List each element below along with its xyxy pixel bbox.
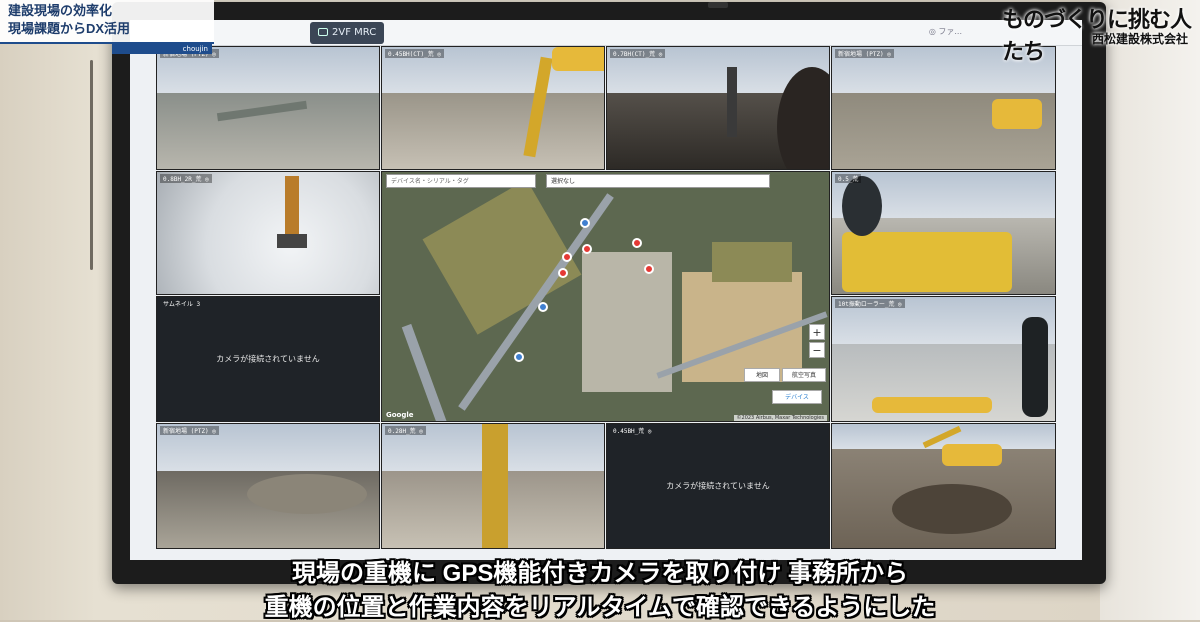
app-toolbar: 2VF MRC ◎ ファ... bbox=[130, 20, 1082, 46]
map-type-button[interactable]: 地図 bbox=[744, 368, 780, 382]
soil-mound bbox=[247, 474, 367, 514]
camera-grid: 新宿地場 (PTZ) ◎ 0.45BH(CT)_荒 ◎ 0.7BH(CT)_荒 … bbox=[156, 46, 1056, 556]
excavator-arm bbox=[285, 176, 299, 236]
aerial-photo-button[interactable]: 航空写真 bbox=[782, 368, 826, 382]
machine-hood bbox=[842, 232, 1012, 292]
camera-tile-3[interactable]: 0.7BH(CT)_荒 ◎ bbox=[606, 46, 830, 170]
operator-arm bbox=[842, 176, 882, 236]
camera-tile-10[interactable]: 0.28H_荒 ◎ bbox=[381, 423, 605, 549]
scene-ground bbox=[382, 93, 604, 169]
map-device-search[interactable]: デバイス名・シリアル・タグ bbox=[386, 174, 536, 188]
camera-tile-1[interactable]: 新宿地場 (PTZ) ◎ bbox=[156, 46, 380, 170]
heavy-machine bbox=[992, 99, 1042, 129]
trench bbox=[892, 484, 1012, 534]
map-filter-select[interactable]: 選択なし bbox=[546, 174, 770, 188]
camera-label: 0.8BH_2R_荒 ◎ bbox=[160, 174, 212, 183]
camera-label: 0.7BH(CT)_荒 ◎ bbox=[610, 49, 666, 58]
device-button[interactable]: デバイス bbox=[772, 390, 822, 404]
camera-tile-2[interactable]: 0.45BH(CT)_荒 ◎ bbox=[381, 46, 605, 170]
zoom-in-button[interactable]: + bbox=[809, 324, 825, 340]
camera-label: 0.28H_荒 ◎ bbox=[385, 426, 426, 435]
title-line-2: 現場課題からDX活用 bbox=[8, 21, 131, 36]
scene-ground bbox=[157, 172, 379, 294]
subtitle-line-2: 重機の位置と作業内容をリアルタイムで確認できるようにした bbox=[264, 594, 936, 621]
camera-tile-7[interactable]: サムネイル 3 カメラが接続されていません bbox=[156, 296, 380, 422]
roller-drum bbox=[872, 397, 992, 413]
scene-ground bbox=[157, 93, 379, 169]
roller-frame bbox=[1022, 317, 1048, 417]
monitor-icon bbox=[318, 28, 328, 36]
camera-tile-8[interactable]: 10t振動ローラー_荒 ◎ bbox=[831, 296, 1056, 422]
camera-label: 0.45BH(CT)_荒 ◎ bbox=[385, 49, 444, 58]
title-subtag: choujin bbox=[112, 44, 212, 54]
tab-2vf-mrc[interactable]: 2VF MRC bbox=[310, 22, 385, 44]
wall-right bbox=[1100, 0, 1200, 620]
map-attribution: ©2023 Airbus, Maxar Technologies bbox=[733, 415, 827, 421]
camera-label: 0.5_荒 bbox=[835, 174, 862, 183]
title-line-1: 建設現場の効率化 bbox=[8, 3, 113, 18]
subtitle-line-1: 現場の重機に GPS機能付きカメラを取り付け 事務所から bbox=[291, 560, 909, 587]
camera-label: サムネイル 3 bbox=[163, 301, 201, 308]
map-device-pin[interactable] bbox=[644, 264, 654, 274]
camera-tile-5[interactable]: 0.8BH_2R_荒 ◎ bbox=[156, 171, 380, 295]
camera-tile-9[interactable]: 新宿地場 (PTZ) ◎ bbox=[156, 423, 380, 549]
map-device-pin[interactable] bbox=[538, 302, 548, 312]
excavator-arm bbox=[482, 424, 508, 548]
map-device-pin[interactable] bbox=[582, 244, 592, 254]
toolbar-note: ◎ ファ... bbox=[928, 27, 962, 36]
camera-label: 新宿地場 (PTZ) ◎ bbox=[160, 426, 219, 435]
camera-disconnected-message: カメラが接続されていません bbox=[216, 354, 320, 364]
camera-label: 新宿地場 (PTZ) ◎ bbox=[835, 49, 894, 58]
map-field bbox=[422, 179, 582, 335]
camera-tile-12[interactable] bbox=[831, 423, 1056, 549]
zoom-out-button[interactable]: − bbox=[809, 342, 825, 358]
map-device-pin[interactable] bbox=[632, 238, 642, 248]
excavator-body bbox=[552, 47, 604, 71]
map-road bbox=[401, 323, 453, 421]
map-device-pin[interactable] bbox=[580, 218, 590, 228]
video-title-banner: 建設現場の効率化 現場課題からDX活用 bbox=[0, 0, 214, 44]
map-field bbox=[712, 242, 792, 282]
company-name: 西松建設株式会社 bbox=[1091, 32, 1188, 46]
wall-cable bbox=[90, 60, 93, 270]
camera-tile-6[interactable]: 0.5_荒 bbox=[831, 171, 1056, 295]
camera-disconnected-message: カメラが接続されていません bbox=[666, 481, 770, 491]
monitor-webcam bbox=[708, 2, 728, 8]
excavator-arm bbox=[727, 67, 737, 137]
excavator-bucket bbox=[277, 234, 307, 248]
excavator-body bbox=[942, 444, 1002, 466]
map-view[interactable]: デバイス名・シリアル・タグ 選択なし + − 地図 航空写真 デバイス Goog… bbox=[381, 171, 830, 422]
tab-label: 2VF MRC bbox=[332, 27, 377, 38]
camera-label: 0.45BH_荒 ◎ bbox=[613, 428, 652, 435]
map-device-pin[interactable] bbox=[514, 352, 524, 362]
map-device-pin[interactable] bbox=[558, 268, 568, 278]
camera-tile-11[interactable]: 0.45BH_荒 ◎ カメラが接続されていません bbox=[606, 423, 830, 549]
map-device-pin[interactable] bbox=[562, 252, 572, 262]
monitor-screen: 2VF MRC ◎ ファ... 新宿地場 (PTZ) ◎ 0.45BH(CT)_… bbox=[130, 20, 1082, 560]
camera-label: 10t振動ローラー_荒 ◎ bbox=[835, 299, 905, 308]
google-logo: Google bbox=[386, 411, 414, 419]
program-logo: ものづくりに挑む人たち 西松建設株式会社 bbox=[1002, 2, 1192, 65]
